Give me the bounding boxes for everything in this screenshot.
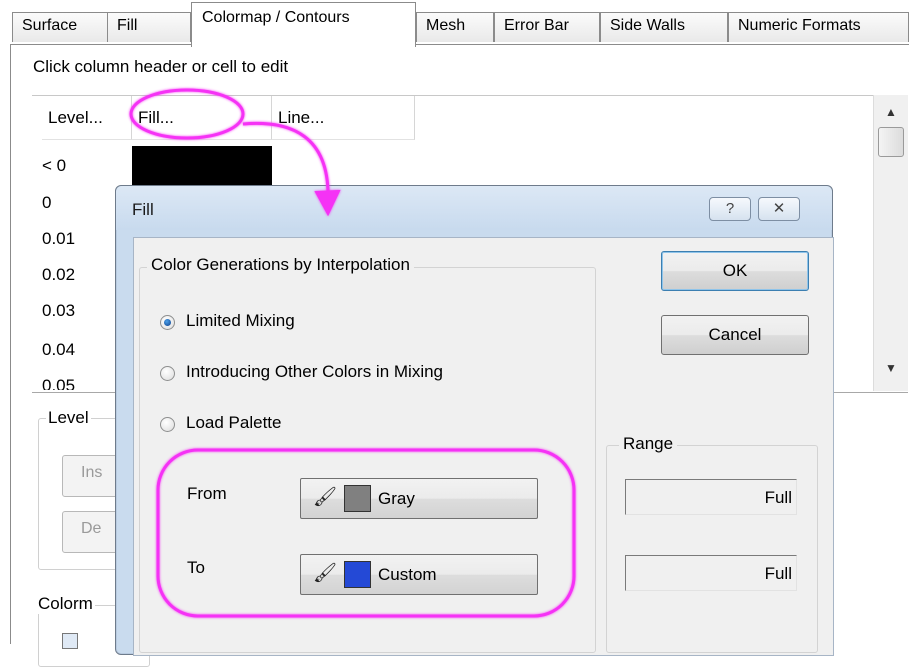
close-button[interactable]: ✕ (758, 197, 800, 221)
scroll-thumb[interactable] (878, 127, 904, 157)
tab-fill[interactable]: Fill (107, 12, 191, 42)
help-button[interactable]: ? (709, 197, 751, 221)
tab-strip: Surface Fill Colormap / Contours Mesh Er… (0, 0, 909, 47)
close-icon: ✕ (772, 200, 786, 217)
radio-introducing-other-colors[interactable] (160, 366, 175, 381)
tab-error-bar[interactable]: Error Bar (494, 12, 600, 42)
tab-label: Error Bar (504, 17, 569, 34)
dialog-title: Fill (132, 200, 154, 219)
dialog-client: Color Generations by Interpolation Limit… (133, 237, 834, 656)
tab-label: Colormap / Contours (202, 9, 350, 26)
tab-surface[interactable]: Surface (12, 12, 108, 42)
paint-bucket-icon: 🖌 (313, 563, 338, 584)
fill-cell-black[interactable] (132, 146, 272, 186)
colormap-group-label: Colorm (36, 594, 95, 614)
column-header-label: Line... (278, 108, 325, 127)
tab-label: Side Walls (610, 17, 685, 34)
radio-load-palette[interactable] (160, 417, 175, 432)
help-icon: ? (725, 200, 735, 217)
column-header-line[interactable]: Line... (272, 96, 415, 140)
paint-bucket-icon: 🖌 (313, 487, 338, 508)
tab-label: Surface (22, 17, 78, 34)
column-header-fill[interactable]: Fill... (132, 96, 272, 140)
radio-label[interactable]: Load Palette (186, 413, 281, 433)
grid-scrollbar[interactable]: ▲ ▼ (873, 95, 908, 391)
radio-label[interactable]: Introducing Other Colors in Mixing (186, 362, 443, 382)
radio-limited-mixing[interactable] (160, 315, 175, 330)
edit-hint: Click column header or cell to edit (33, 57, 289, 76)
from-color-button[interactable]: 🖌 Gray (300, 478, 538, 519)
to-label: To (187, 558, 205, 577)
ok-button[interactable]: OK (661, 251, 809, 291)
color-name: Gray (378, 489, 415, 508)
level-cell[interactable]: 0.01 (42, 229, 75, 249)
ok-button-label: OK (722, 261, 748, 280)
level-cell[interactable]: 0 (42, 193, 51, 213)
scroll-down-icon[interactable]: ▼ (885, 361, 897, 375)
column-header-level[interactable]: Level... (42, 96, 132, 140)
level-cell[interactable]: 0.05 (42, 376, 75, 390)
color-swatch (344, 561, 371, 588)
to-color-button[interactable]: 🖌 Custom (300, 554, 538, 595)
level-cell[interactable]: 0.03 (42, 301, 75, 321)
scroll-up-icon[interactable]: ▲ (885, 105, 897, 119)
interpolation-group-title: Color Generations by Interpolation (147, 255, 414, 275)
insert-button-label: Ins (81, 464, 103, 481)
radio-label[interactable]: Limited Mixing (186, 311, 295, 331)
tab-colormap-contours[interactable]: Colormap / Contours (191, 2, 416, 47)
dialog-titlebar[interactable]: Fill ? ✕ (116, 186, 832, 230)
column-header-label: Level... (48, 108, 103, 127)
range-to-field: Full (625, 555, 797, 591)
tab-numeric-formats[interactable]: Numeric Formats (728, 12, 909, 42)
range-group (606, 445, 818, 653)
tab-mesh[interactable]: Mesh (416, 12, 494, 42)
cancel-button[interactable]: Cancel (661, 315, 809, 355)
color-name: Custom (378, 565, 437, 584)
cancel-button-label: Cancel (708, 325, 762, 344)
range-from-field: Full (625, 479, 797, 515)
tab-label: Numeric Formats (738, 17, 861, 34)
tab-label: Mesh (426, 17, 466, 34)
delete-button-label: De (81, 520, 102, 537)
column-header-label: Fill... (138, 108, 174, 127)
level-cell[interactable]: 0.04 (42, 340, 75, 360)
color-swatch (344, 485, 371, 512)
range-group-title: Range (619, 434, 678, 454)
level-cell[interactable]: 0.02 (42, 265, 75, 285)
level-group-label: Level (46, 408, 91, 428)
tab-side-walls[interactable]: Side Walls (600, 12, 728, 42)
tab-label: Fill (117, 17, 138, 34)
from-label: From (187, 484, 227, 503)
colormap-checkbox[interactable] (62, 633, 78, 649)
level-cell[interactable]: < 0 (42, 156, 66, 176)
fill-dialog: Fill ? ✕ Color Generations by Interpolat… (115, 185, 834, 656)
